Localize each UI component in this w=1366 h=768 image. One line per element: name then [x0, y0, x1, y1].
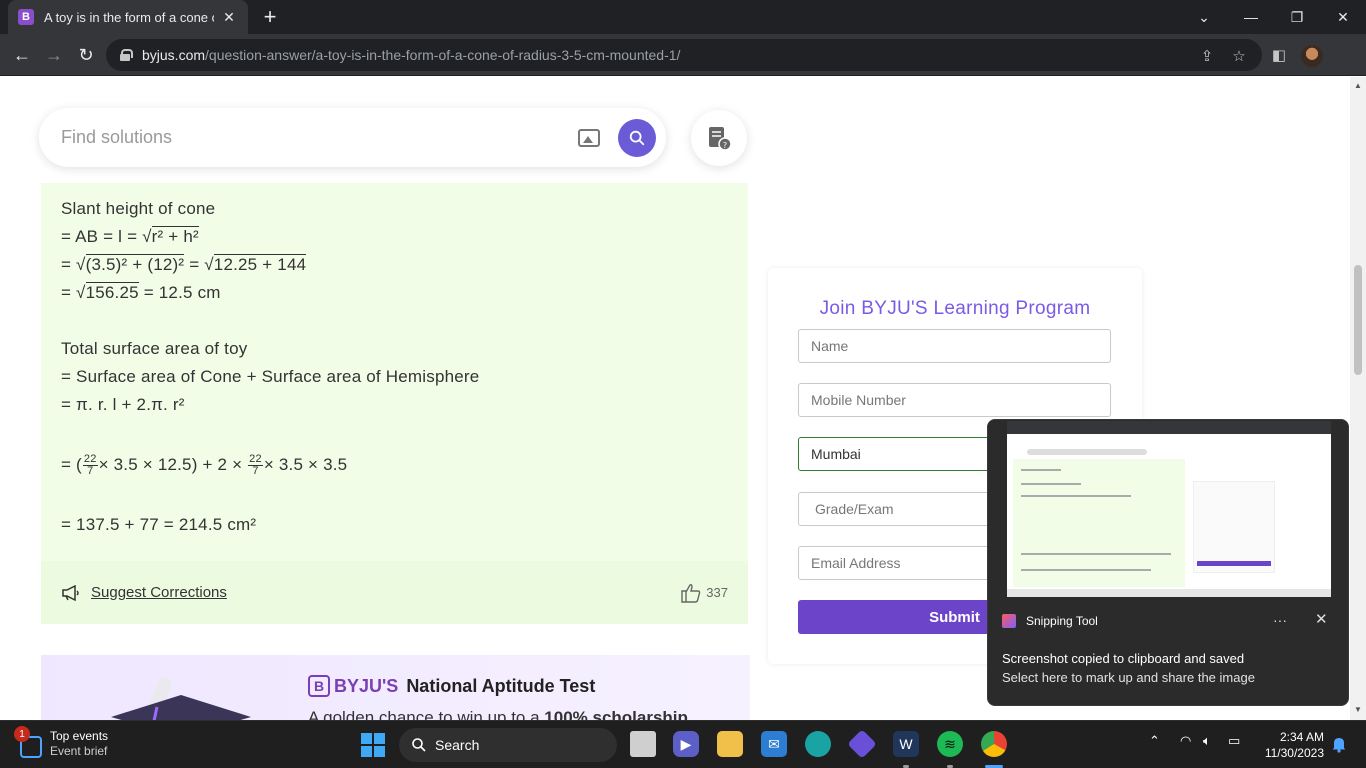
- scrollbar-thumb[interactable]: [1354, 265, 1362, 375]
- scroll-down-arrow-icon[interactable]: ▼: [1354, 705, 1362, 714]
- forward-arrow-icon[interactable]: →: [42, 43, 66, 67]
- solution-line: = 137.5 + 77 = 214.5 cm²: [61, 515, 257, 534]
- spotify-icon[interactable]: ≋: [937, 731, 963, 757]
- mobile-number-field[interactable]: Mobile Number: [798, 383, 1111, 417]
- name-field[interactable]: Name: [798, 329, 1111, 363]
- show-hidden-icons-chevron-icon[interactable]: ⌃: [1149, 733, 1160, 749]
- solution-line: Slant height of cone: [61, 199, 216, 218]
- back-arrow-icon[interactable]: ←: [10, 43, 34, 67]
- image-search-icon[interactable]: [578, 128, 600, 147]
- tab-search-chevron-icon[interactable]: ⌄: [1181, 0, 1227, 34]
- widgets-icon: 1: [14, 726, 42, 758]
- like-count: 337: [706, 585, 728, 600]
- url-path: /question-answer/a-toy-is-in-the-form-of…: [205, 47, 681, 63]
- file-explorer-icon[interactable]: [717, 731, 743, 757]
- search-input[interactable]: Find solutions: [61, 127, 578, 148]
- ask-question-icon: ?: [709, 127, 732, 151]
- search-button[interactable]: [618, 118, 656, 157]
- notification-badge: 1: [14, 726, 30, 742]
- national-aptitude-test-banner[interactable]: B BYJU'S National Aptitude Test A golden…: [41, 655, 750, 720]
- battery-icon[interactable]: ▭: [1228, 733, 1240, 749]
- task-view-icon[interactable]: [630, 731, 656, 757]
- toast-more-options-icon[interactable]: ···: [1273, 612, 1287, 628]
- profile-avatar[interactable]: [1301, 45, 1323, 67]
- reload-icon[interactable]: ↻: [74, 43, 98, 67]
- graduation-cap-icon: [111, 677, 251, 720]
- megaphone-icon: [62, 584, 79, 601]
- mail-icon[interactable]: ✉: [761, 731, 787, 757]
- solution-line: Total surface area of toy: [61, 339, 248, 358]
- widgets-button[interactable]: 1 Top events Event brief: [14, 726, 109, 759]
- search-icon: [412, 738, 426, 752]
- find-solutions-search-bar[interactable]: Find solutions: [39, 108, 666, 167]
- window-minimize-icon[interactable]: —: [1228, 0, 1274, 34]
- widget-subtitle: Event brief: [50, 744, 108, 758]
- fraction: 22 7: [248, 453, 263, 478]
- toast-heading: Screenshot copied to clipboard and saved: [1002, 651, 1245, 666]
- solution-line: = AB = l = √r² + h²: [61, 226, 199, 246]
- byjus-logo-icon: B: [308, 675, 330, 697]
- svg-text:?: ?: [723, 141, 727, 150]
- start-menu-icon[interactable]: [361, 733, 385, 757]
- tab-title: A toy is in the form of a cone of: [44, 9, 214, 25]
- snipping-tool-notification[interactable]: Snipping Tool ··· ✕ Screenshot copied to…: [987, 419, 1349, 706]
- teams-chat-icon[interactable]: ▶: [673, 731, 699, 757]
- fraction: 22 7: [82, 453, 98, 478]
- thumbs-up-icon: [681, 583, 701, 603]
- browser-toolbar: ← → ↻ byjus.com/question-answer/a-toy-is…: [0, 34, 1366, 100]
- chrome-icon[interactable]: [981, 731, 1007, 757]
- toast-app-label: Snipping Tool: [1002, 614, 1098, 628]
- banner-brand: BYJU'S: [334, 675, 399, 696]
- solution-card: Slant height of cone = AB = l = √r² + h²…: [41, 183, 748, 561]
- new-tab-plus-icon[interactable]: +: [258, 4, 282, 29]
- toast-body: Select here to mark up and share the ima…: [1002, 670, 1255, 685]
- address-bar[interactable]: byjus.com/question-answer/a-toy-is-in-th…: [106, 39, 1262, 71]
- side-panel-icon[interactable]: ◧: [1270, 46, 1288, 64]
- solution-line: = Surface area of Cone + Surface area of…: [61, 367, 480, 386]
- window-restore-icon[interactable]: ❐: [1274, 0, 1320, 34]
- byjus-nat-logo: B BYJU'S National Aptitude Test: [308, 675, 595, 697]
- snipping-tool-icon: [1002, 614, 1016, 628]
- windows-taskbar: 1 Top events Event brief Search ▶ ✉ W ≋ …: [0, 720, 1366, 768]
- screenshot-thumbnail[interactable]: [1007, 421, 1331, 597]
- page-scrollbar[interactable]: ▲ ▼: [1350, 77, 1366, 720]
- like-button[interactable]: 337: [680, 582, 728, 604]
- share-icon[interactable]: ⇪: [1198, 47, 1216, 65]
- app-launcher-icon[interactable]: [847, 729, 877, 759]
- byjus-favicon-icon: B: [18, 9, 34, 25]
- bookmark-star-icon[interactable]: ☆: [1230, 47, 1248, 65]
- ask-question-button[interactable]: ?: [691, 110, 747, 166]
- workspace-app-icon[interactable]: W: [893, 731, 919, 757]
- tab-close-icon[interactable]: ✕: [220, 9, 238, 26]
- browser-tab-strip: B A toy is in the form of a cone of ✕ + …: [0, 0, 1366, 34]
- wifi-icon[interactable]: ◠: [1180, 733, 1191, 749]
- url-domain: byjus.com: [142, 47, 206, 63]
- taskbar-search-box[interactable]: Search: [399, 728, 617, 762]
- solution-line: = √(3.5)² + (12)² = √12.25 + 144: [61, 254, 307, 274]
- solution-line: = √156.25 = 12.5 cm: [61, 282, 221, 302]
- banner-title: National Aptitude Test: [406, 675, 596, 696]
- suggest-corrections-bar: Suggest Corrections 337: [41, 561, 748, 624]
- window-close-icon[interactable]: ✕: [1320, 0, 1366, 34]
- banner-subtitle: A golden chance to win up to a 100% scho…: [308, 708, 688, 720]
- solution-line: = (22 7 × 3.5 × 12.5) + 2 × 22 7 × 3.5 × 3.5: [61, 453, 348, 478]
- solution-line: = π. r. l + 2.π. r²: [61, 395, 185, 414]
- volume-icon[interactable]: 🔈︎: [1203, 733, 1211, 749]
- lock-icon[interactable]: [120, 49, 133, 61]
- system-clock[interactable]: 2:34 AM 11/30/2023: [1258, 729, 1324, 761]
- browser-tab-active[interactable]: B A toy is in the form of a cone of ✕: [8, 0, 248, 34]
- toast-close-icon[interactable]: ✕: [1315, 610, 1328, 628]
- widget-title: Top events: [50, 729, 109, 743]
- search-icon: [629, 130, 645, 145]
- scroll-up-arrow-icon[interactable]: ▲: [1354, 81, 1362, 90]
- form-title: Join BYJU'S Learning Program: [819, 298, 1091, 319]
- edge-browser-icon[interactable]: [805, 731, 831, 757]
- suggest-corrections-link[interactable]: Suggest Corrections: [91, 584, 227, 601]
- notification-bell-icon[interactable]: [1331, 735, 1347, 753]
